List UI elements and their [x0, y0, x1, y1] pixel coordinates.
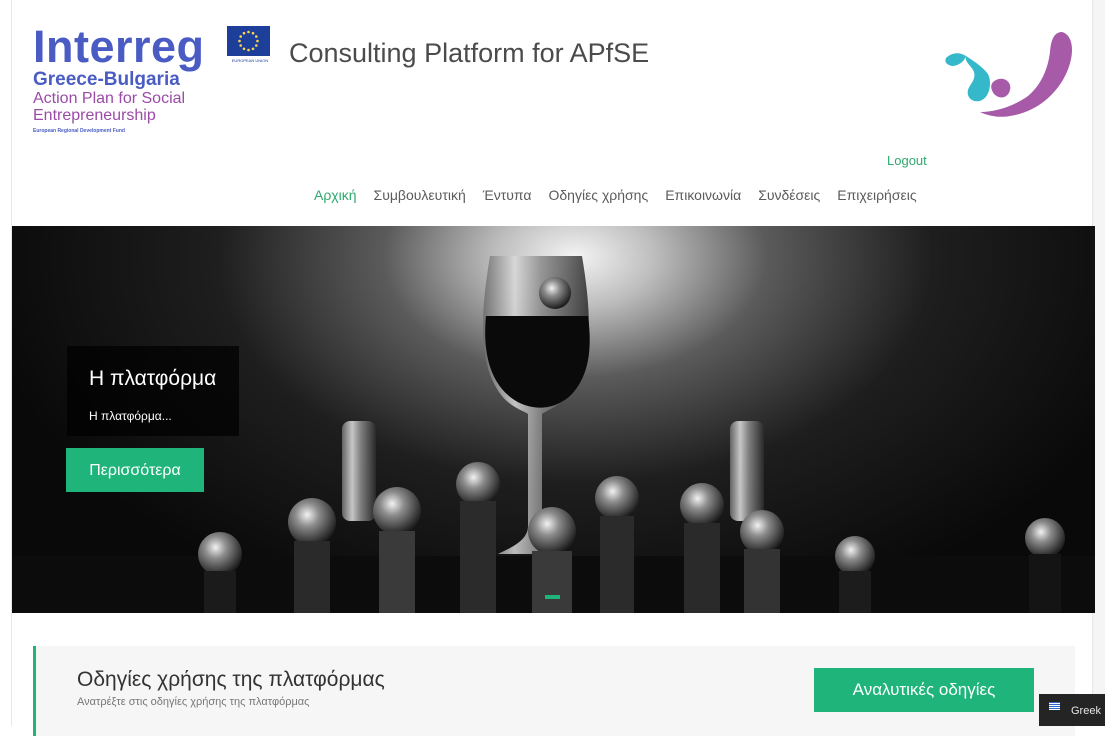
main-nav: Αρχική Συμβουλευτική Έντυπα Οδηγίες χρήσ…: [314, 187, 934, 203]
nav-item-businesses[interactable]: Επιχειρήσεις: [837, 187, 916, 203]
logo-project-line2: Entrepreneurship: [33, 107, 156, 124]
logo-project-line1: Action Plan for Social: [33, 90, 186, 107]
language-switcher[interactable]: Greek: [1039, 694, 1105, 726]
logout-link[interactable]: Logout: [887, 153, 927, 168]
eu-flag-icon: [227, 26, 270, 56]
nav-item-links[interactable]: Συνδέσεις: [758, 187, 820, 203]
nav-item-consulting[interactable]: Συμβουλευτική: [374, 187, 466, 203]
logo-fund: European Regional Development Fund: [33, 128, 125, 134]
hero-slider[interactable]: Η πλατφόρμα Η πλατφόρμα... Περισσότερα: [12, 226, 1095, 613]
nav-item-instructions[interactable]: Οδηγίες χρήσης: [548, 187, 648, 203]
more-button[interactable]: Περισσότερα: [66, 448, 204, 492]
hero-title: Η πλατφόρμα: [89, 367, 217, 390]
instructions-callout: Οδηγίες χρήσης της πλατφόρμας Ανατρέξτε …: [33, 646, 1075, 736]
nav-item-contact[interactable]: Επικοινωνία: [665, 187, 741, 203]
instructions-title: Οδηγίες χρήσης της πλατφόρμας: [77, 668, 385, 691]
nav-item-home[interactable]: Αρχική: [314, 187, 357, 203]
nav-item-forms[interactable]: Έντυπα: [483, 187, 532, 203]
slider-indicator[interactable]: [545, 595, 560, 599]
eu-label: EUROPEAN UNION: [231, 58, 269, 63]
hero-text: Η πλατφόρμα...: [89, 409, 172, 423]
detailed-instructions-button[interactable]: Αναλυτικές οδηγίες: [814, 668, 1034, 712]
site-title: Consulting Platform for APfSE: [289, 38, 650, 68]
greek-flag-icon: [1049, 702, 1060, 710]
logo-program: Greece-Bulgaria: [33, 69, 180, 90]
brand-mark-icon[interactable]: [944, 30, 1079, 135]
instructions-subtitle: Ανατρέξτε στις οδηγίες χρήσης της πλατφό…: [77, 696, 310, 708]
interreg-logo[interactable]: Interreg Greece-Bulgaria Action Plan for…: [33, 24, 205, 134]
logo-wordmark: Interreg: [33, 21, 205, 72]
language-label: Greek: [1071, 705, 1101, 717]
